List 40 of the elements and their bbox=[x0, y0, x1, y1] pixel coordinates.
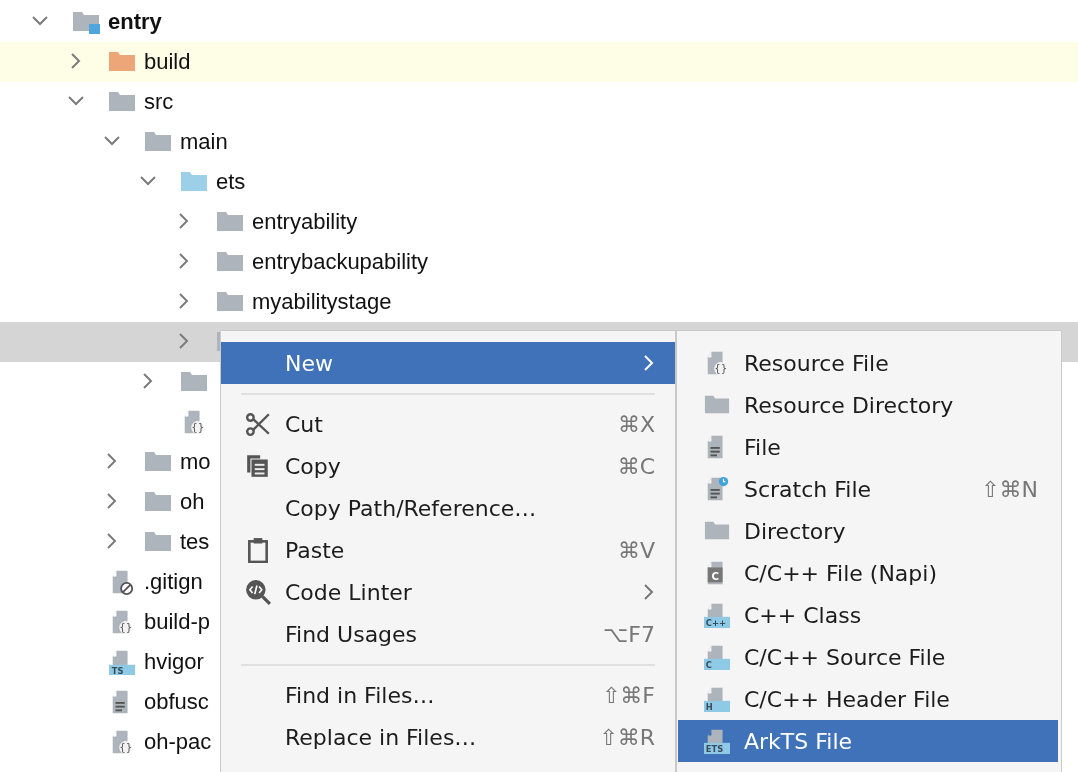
menu-item[interactable]: Code Linter bbox=[221, 571, 675, 613]
menu-item[interactable]: Find Usages ⌥F7 bbox=[221, 613, 675, 655]
tree-item-label[interactable]: build bbox=[144, 49, 191, 75]
menu-item[interactable]: C C/C++ Source File bbox=[678, 636, 1058, 678]
menu-item[interactable]: Directory bbox=[678, 510, 1058, 552]
copy-icon bbox=[245, 453, 271, 479]
menu-item[interactable]: C C/C++ File (Napi) bbox=[678, 552, 1058, 594]
tree-item-label[interactable]: entry bbox=[108, 9, 162, 35]
tree-item-label[interactable]: myabilitystage bbox=[252, 289, 392, 315]
menu-item[interactable]: File bbox=[678, 426, 1058, 468]
module-folder-icon bbox=[72, 9, 100, 35]
tree-item-label[interactable]: main bbox=[180, 129, 228, 155]
menu-item[interactable]: Find in Files… ⇧⌘F bbox=[221, 674, 675, 716]
menu-item[interactable]: Cut ⌘X bbox=[221, 403, 675, 445]
tree-item-label[interactable]: obfusc bbox=[144, 689, 209, 715]
menu-item[interactable]: Paste ⌘V bbox=[221, 529, 675, 571]
tree-item-label[interactable]: tes bbox=[180, 529, 210, 555]
menu-item[interactable]: Copy ⌘C bbox=[221, 445, 675, 487]
tree-item-label[interactable]: src bbox=[144, 89, 174, 115]
menu-item[interactable]: Replace in Files… ⇧⌘R bbox=[221, 716, 675, 758]
tree-item-label[interactable]: ets bbox=[216, 169, 246, 195]
clipboard-icon bbox=[245, 537, 271, 563]
menu-item[interactable]: New bbox=[221, 342, 675, 384]
tree-item-label[interactable]: entryability bbox=[252, 209, 358, 235]
menu-item[interactable]: Resource Directory bbox=[678, 384, 1058, 426]
tree-item-label[interactable]: oh bbox=[180, 489, 205, 515]
tree-item-label[interactable]: build-p bbox=[144, 609, 211, 635]
menu-item[interactable]: H C/C++ Header File bbox=[678, 678, 1058, 720]
tree-item-label[interactable]: mo bbox=[180, 449, 211, 475]
menu-item[interactable]: ETS ArkTS File bbox=[678, 720, 1058, 762]
tree-item-label[interactable]: entrybackupability bbox=[252, 249, 429, 275]
tree-item-label[interactable]: .gitign bbox=[144, 569, 203, 595]
menu-item[interactable]: Scratch File ⇧⌘N bbox=[678, 468, 1058, 510]
code-search-icon bbox=[245, 579, 271, 605]
tree-item-label[interactable]: hvigor bbox=[144, 649, 204, 675]
menu-item[interactable]: {} Resource File bbox=[678, 342, 1058, 384]
tree-item-label[interactable]: oh-pac bbox=[144, 729, 212, 755]
menu-item[interactable]: C++ C++ Class bbox=[678, 594, 1058, 636]
menu-item[interactable]: Copy Path/Reference… bbox=[221, 487, 675, 529]
scissors-icon bbox=[245, 411, 271, 437]
